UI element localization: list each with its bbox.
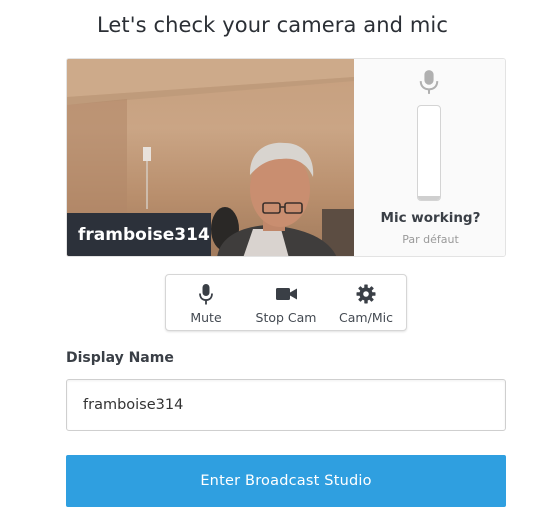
camera-check-page: Let's check your camera and mic frambois… xyxy=(0,0,545,528)
mic-level-meter xyxy=(417,105,441,201)
media-preview: framboise314 Mic working? Par défaut xyxy=(66,58,506,257)
stop-cam-button[interactable]: Stop Cam xyxy=(246,275,326,330)
display-name-label: Display Name xyxy=(66,350,174,366)
gear-icon xyxy=(356,283,376,305)
enter-broadcast-studio-button[interactable]: Enter Broadcast Studio xyxy=(66,455,506,507)
mute-button[interactable]: Mute xyxy=(166,275,246,330)
camera-video-feed: framboise314 xyxy=(67,59,354,256)
mic-check-panel: Mic working? Par défaut xyxy=(354,59,505,256)
microphone-icon xyxy=(419,70,439,94)
mic-level-fill xyxy=(418,196,440,200)
mic-device-name: Par défaut xyxy=(402,233,459,246)
microphone-icon xyxy=(199,283,213,305)
participant-name-tag: framboise314 xyxy=(67,213,211,256)
video-camera-icon xyxy=(275,283,297,305)
display-name-input[interactable] xyxy=(66,379,506,431)
mic-status-text: Mic working? xyxy=(380,210,481,226)
page-title: Let's check your camera and mic xyxy=(96,13,448,37)
cam-mic-settings-button[interactable]: Cam/Mic xyxy=(326,275,406,330)
media-controls: Mute Stop Cam Cam/Mic xyxy=(165,274,407,331)
cam-mic-button-label: Cam/Mic xyxy=(339,310,393,325)
stop-cam-button-label: Stop Cam xyxy=(255,310,317,325)
mute-button-label: Mute xyxy=(190,310,222,325)
